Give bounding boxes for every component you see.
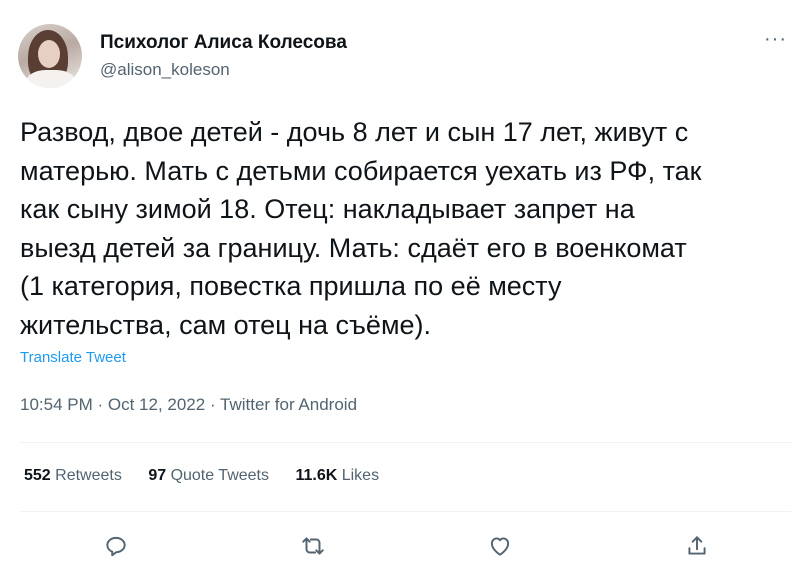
tweet-metadata[interactable]: 10:54 PM · Oct 12, 2022 · Twitter for An…: [20, 395, 357, 415]
reply-button[interactable]: [98, 528, 134, 564]
share-icon: [688, 536, 706, 555]
retweets-count: 552: [24, 467, 51, 484]
translate-tweet-link[interactable]: Translate Tweet: [20, 349, 126, 366]
tweet-text-line: (1 категория, повестка пришла по её мест…: [20, 271, 562, 301]
share-button[interactable]: [679, 528, 715, 564]
divider: [20, 511, 791, 512]
quote-tweets-label: Quote Tweets: [170, 467, 269, 484]
tweet-text-line: жительства, сам отец на съёме).: [20, 309, 432, 340]
retweets-stat[interactable]: 552 Retweets: [24, 467, 122, 484]
more-options-icon[interactable]: ···: [764, 28, 787, 51]
quote-tweets-count: 97: [148, 467, 167, 484]
quote-tweets-stat[interactable]: 97 Quote Tweets: [148, 467, 269, 484]
author-name[interactable]: Психолог Алиса Колесова: [100, 32, 347, 54]
tweet-text-line: Развод, двое детей - дочь 8 лет и сын 17…: [20, 117, 689, 147]
avatar-shirt: [26, 70, 76, 88]
like-icon: [490, 537, 510, 556]
likes-label: Likes: [341, 467, 380, 484]
like-button[interactable]: [482, 528, 518, 564]
retweet-icon: [302, 537, 324, 555]
action-bar: [0, 528, 811, 564]
reply-icon: [106, 536, 126, 557]
tweet-text-line: выезд детей за границу. Мать: сдаёт его …: [20, 232, 687, 263]
retweet-button[interactable]: [295, 528, 331, 564]
divider: [20, 442, 791, 443]
likes-count: 11.6K: [295, 467, 338, 484]
retweets-label: Retweets: [55, 467, 122, 484]
avatar[interactable]: [18, 24, 82, 88]
engagement-stats: 552 Retweets 97 Quote Tweets 11.6K Likes: [24, 467, 401, 485]
author-handle[interactable]: @alison_koleson: [100, 60, 230, 80]
tweet-card: Психолог Алиса Колесова @alison_koleson …: [0, 0, 811, 570]
tweet-text-line: матерью. Мать с детьми собирается уехать…: [20, 155, 702, 186]
likes-stat[interactable]: 11.6K Likes: [295, 467, 379, 484]
tweet-text: Развод, двое детей - дочь 8 лет и сын 17…: [20, 113, 800, 344]
tweet-text-line: как сыну зимой 18. Отец: накладывает зап…: [20, 194, 635, 224]
avatar-face: [38, 40, 60, 68]
